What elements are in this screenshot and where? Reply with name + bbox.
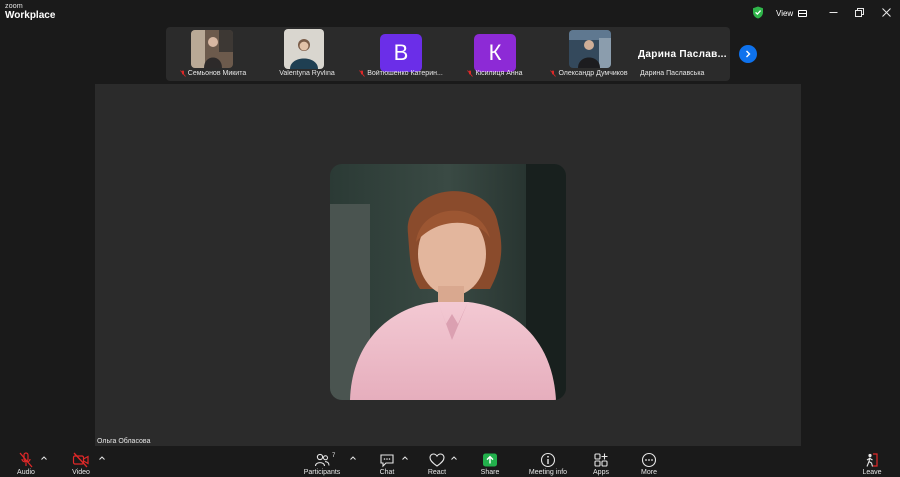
heart-icon	[429, 453, 445, 467]
apps-icon	[594, 453, 608, 467]
muted-mic-icon	[467, 70, 474, 77]
restore-button[interactable]	[852, 5, 866, 19]
logo-bottom-text: Workplace	[5, 10, 56, 21]
participants-label: Participants	[303, 469, 341, 476]
title-bar: zoom Workplace View	[0, 0, 900, 26]
more-button[interactable]: More	[624, 450, 674, 477]
participants-icon	[314, 453, 330, 467]
participant-video	[569, 30, 611, 68]
leave-button[interactable]: Leave	[847, 450, 897, 477]
meeting-info-label: Meeting info	[528, 469, 568, 476]
view-button[interactable]: View	[776, 6, 808, 20]
view-layout-icon	[798, 9, 808, 17]
audio-options-caret[interactable]	[40, 454, 48, 462]
info-icon	[540, 452, 556, 468]
more-label: More	[641, 469, 657, 476]
participant-big-name: Дарина Паслав...	[638, 49, 727, 60]
participant-name: Олександр Думчиков	[558, 70, 628, 77]
participant-tile[interactable]: В Войтюшенко Катерин...	[354, 27, 448, 81]
chevron-up-icon	[350, 456, 356, 460]
participant-avatar: В	[380, 34, 422, 72]
chevron-up-icon	[99, 456, 105, 460]
view-label: View	[776, 8, 794, 18]
leave-label: Leave	[862, 469, 882, 476]
participant-video	[284, 29, 324, 69]
apps-button[interactable]: Apps	[576, 450, 626, 477]
chat-options-caret[interactable]	[401, 454, 409, 462]
chevron-up-icon	[451, 456, 457, 460]
participant-tile[interactable]: К Кісилиця Анна	[448, 27, 542, 81]
muted-mic-icon	[359, 70, 365, 77]
participant-video	[191, 30, 233, 68]
apps-label: Apps	[593, 469, 609, 476]
participants-button[interactable]: Participants	[297, 450, 347, 477]
participant-thumbnail-strip: Семьонов Микита Valentyna Ryvlina В Войт…	[166, 27, 730, 81]
participant-tile[interactable]: Дарина Паслав... Дарина Паславська	[636, 27, 730, 81]
speaker-name-label: Ольга Обласова	[97, 438, 151, 445]
participant-name: Дарина Паславська	[640, 70, 705, 77]
secure-shield-icon[interactable]	[752, 6, 764, 19]
speaker-video	[330, 164, 566, 400]
leave-icon	[866, 453, 878, 467]
participant-name: Семьонов Микита	[187, 70, 247, 77]
logo-top-text: zoom	[5, 3, 23, 10]
participant-tile[interactable]: Олександр Думчиков	[542, 27, 636, 81]
meeting-info-button[interactable]: Meeting info	[523, 450, 573, 477]
active-speaker-stage: Ольга Обласова	[95, 84, 801, 446]
share-button[interactable]: Share	[465, 450, 515, 477]
minimize-icon	[829, 11, 837, 13]
close-icon	[881, 7, 891, 17]
chevron-right-icon	[746, 50, 751, 58]
video-off-icon	[72, 452, 89, 468]
participant-avatar: К	[474, 34, 516, 72]
participant-name: Valentyna Ryvlina	[279, 70, 335, 77]
participants-options-caret[interactable]	[349, 454, 357, 462]
restore-icon	[854, 7, 864, 17]
video-label: Video	[72, 469, 90, 476]
video-options-caret[interactable]	[98, 454, 106, 462]
participant-name: Войтюшенко Катерин...	[367, 70, 443, 77]
participant-name: Кісилиця Анна	[475, 70, 523, 77]
audio-label: Audio	[17, 469, 35, 476]
chevron-up-icon	[402, 456, 408, 460]
close-button[interactable]	[879, 5, 893, 19]
participants-count: 7	[332, 453, 336, 459]
share-screen-icon	[483, 453, 497, 467]
react-label: React	[427, 469, 447, 476]
chevron-up-icon	[41, 456, 47, 460]
chat-icon	[380, 454, 394, 468]
next-page-button[interactable]	[739, 45, 757, 63]
more-icon	[641, 452, 657, 468]
participant-tile[interactable]: Valentyna Ryvlina	[260, 27, 354, 81]
participant-tile[interactable]: Семьонов Микита	[166, 27, 260, 81]
muted-mic-icon	[550, 70, 557, 77]
zoom-logo: zoom Workplace	[5, 3, 55, 21]
muted-mic-icon	[19, 452, 33, 468]
meeting-toolbar: Audio Video Participants 7 Chat React Sh…	[0, 446, 900, 477]
muted-mic-icon	[179, 70, 186, 77]
share-label: Share	[480, 469, 500, 476]
minimize-button[interactable]	[826, 5, 840, 19]
chat-label: Chat	[379, 469, 395, 476]
react-options-caret[interactable]	[450, 454, 458, 462]
